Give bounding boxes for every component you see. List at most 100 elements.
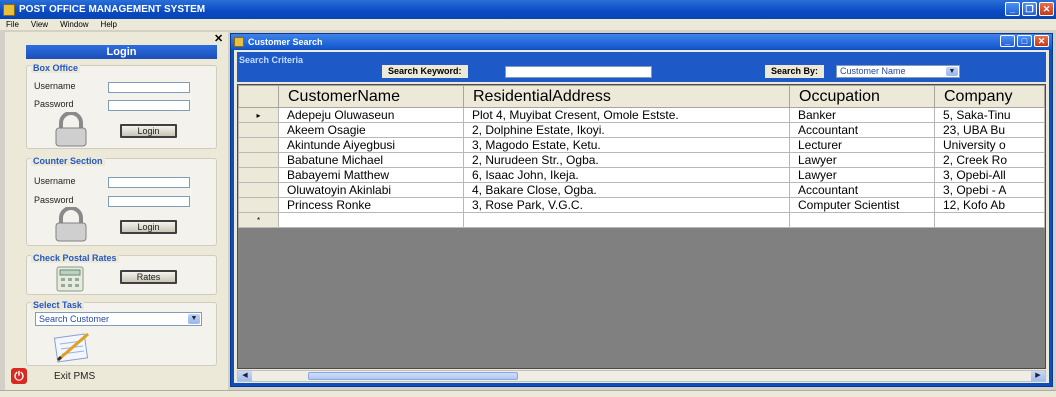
column-header-occupation[interactable]: Occupation: [789, 85, 935, 108]
app-title: POST OFFICE MANAGEMENT SYSTEM: [19, 4, 206, 15]
customer-search-title: Customer Search: [248, 36, 323, 47]
cell-customer-name[interactable]: Princess Ronke: [278, 197, 464, 213]
menu-bar: File View Window Help: [0, 19, 1056, 30]
close-button[interactable]: ✕: [1039, 2, 1054, 16]
cell-residential-address[interactable]: 4, Bakare Close, Ogba.: [463, 182, 790, 198]
cell-occupation[interactable]: Lawyer: [789, 167, 935, 183]
cell-residential-address[interactable]: 3, Magodo Estate, Ketu.: [463, 137, 790, 153]
cell-occupation[interactable]: [789, 212, 935, 228]
counter-password-label: Password: [34, 195, 74, 205]
menu-file[interactable]: File: [0, 20, 25, 29]
maximize-button[interactable]: ❐: [1022, 2, 1037, 16]
row-header[interactable]: [238, 152, 279, 168]
cell-residential-address[interactable]: 3, Rose Park, V.G.C.: [463, 197, 790, 213]
customer-grid[interactable]: CustomerName ResidentialAddress Occupati…: [237, 84, 1046, 369]
table-row[interactable]: Oluwatoyin Akinlabi 4, Bakare Close, Ogb…: [238, 182, 1045, 198]
scroll-left-button[interactable]: ◀: [238, 371, 252, 381]
customer-table: CustomerName ResidentialAddress Occupati…: [238, 85, 1045, 228]
cell-occupation[interactable]: Accountant: [789, 122, 935, 138]
horizontal-scrollbar[interactable]: ◀ ▶: [237, 370, 1046, 382]
cell-company[interactable]: [934, 212, 1045, 228]
cell-occupation[interactable]: Accountant: [789, 182, 935, 198]
cell-customer-name[interactable]: Akintunde Aiyegbusi: [278, 137, 464, 153]
cell-customer-name[interactable]: Akeem Osagie: [278, 122, 464, 138]
current-row-marker[interactable]: ▸: [238, 107, 279, 123]
child-minimize-button[interactable]: _: [1000, 35, 1015, 47]
app-titlebar: POST OFFICE MANAGEMENT SYSTEM _ ❐ ✕: [0, 0, 1056, 19]
cell-company[interactable]: 2, Creek Ro: [934, 152, 1045, 168]
cell-company[interactable]: 3, Opebi - A: [934, 182, 1045, 198]
select-task-dropdown[interactable]: Search Customer ▼: [35, 312, 202, 326]
power-icon[interactable]: ⏻: [11, 368, 27, 384]
child-close-button[interactable]: ✕: [1034, 35, 1049, 47]
cell-customer-name[interactable]: Oluwatoyin Akinlabi: [278, 182, 464, 198]
cell-customer-name[interactable]: [278, 212, 464, 228]
scroll-thumb[interactable]: [308, 372, 518, 380]
table-row[interactable]: Babayemi Matthew 6, Isaac John, Ikeja. L…: [238, 167, 1045, 183]
search-by-dropdown[interactable]: Customer Name ▼: [836, 65, 960, 78]
cell-customer-name[interactable]: Babatune Michael: [278, 152, 464, 168]
calculator-icon: [56, 266, 84, 292]
search-criteria-panel: Search Criteria Search Keyword: Search B…: [237, 52, 1046, 82]
select-task-title: Select Task: [31, 300, 84, 310]
scroll-right-button[interactable]: ▶: [1031, 371, 1045, 381]
cell-residential-address[interactable]: 2, Dolphine Estate, Ikoyi.: [463, 122, 790, 138]
box-office-login-button[interactable]: Login: [120, 124, 177, 138]
window-icon: [234, 36, 244, 47]
child-maximize-button[interactable]: □: [1017, 35, 1032, 47]
column-header-company[interactable]: Company: [934, 85, 1045, 108]
box-office-title: Box Office: [31, 63, 81, 73]
menu-help[interactable]: Help: [95, 20, 123, 29]
search-keyword-input[interactable]: [505, 66, 652, 78]
cell-residential-address[interactable]: 2, Nurudeen Str., Ogba.: [463, 152, 790, 168]
row-header[interactable]: [238, 137, 279, 153]
cell-customer-name[interactable]: Babayemi Matthew: [278, 167, 464, 183]
cell-customer-name[interactable]: Adepeju Oluwaseun: [278, 107, 464, 123]
login-header: Login: [26, 45, 217, 59]
cell-residential-address[interactable]: [463, 212, 790, 228]
row-header-corner: [238, 85, 279, 108]
counter-username-input[interactable]: [108, 177, 190, 188]
row-header[interactable]: [238, 167, 279, 183]
rates-button[interactable]: Rates: [120, 270, 177, 284]
row-header[interactable]: [238, 122, 279, 138]
exit-pms-label[interactable]: Exit PMS: [54, 371, 95, 382]
counter-login-button[interactable]: Login: [120, 220, 177, 234]
cell-residential-address[interactable]: 6, Isaac John, Ikeja.: [463, 167, 790, 183]
cell-company[interactable]: 5, Saka-Tinu: [934, 107, 1045, 123]
new-row[interactable]: *: [238, 212, 1045, 228]
table-row[interactable]: Akeem Osagie 2, Dolphine Estate, Ikoyi. …: [238, 122, 1045, 138]
minimize-button[interactable]: _: [1005, 2, 1020, 16]
box-office-username-input[interactable]: [108, 82, 190, 93]
box-office-password-input[interactable]: [108, 100, 190, 111]
app-icon: [3, 3, 15, 16]
table-row[interactable]: ▸ Adepeju Oluwaseun Plot 4, Muyibat Cres…: [238, 107, 1045, 123]
menu-window[interactable]: Window: [54, 20, 94, 29]
column-header-residential-address[interactable]: ResidentialAddress: [463, 85, 790, 108]
cell-company[interactable]: 12, Kofo Ab: [934, 197, 1045, 213]
status-bar: [0, 390, 1056, 397]
new-row-marker[interactable]: *: [238, 212, 279, 228]
box-office-username-label: Username: [34, 81, 76, 91]
search-criteria-title: Search Criteria: [239, 55, 304, 65]
cell-occupation[interactable]: Computer Scientist: [789, 197, 935, 213]
table-row[interactable]: Princess Ronke 3, Rose Park, V.G.C. Comp…: [238, 197, 1045, 213]
cell-company[interactable]: 23, UBA Bu: [934, 122, 1045, 138]
panel-close-icon[interactable]: ✕: [214, 32, 223, 45]
cell-company[interactable]: University o: [934, 137, 1045, 153]
row-header[interactable]: [238, 182, 279, 198]
cell-company[interactable]: 3, Opebi-All: [934, 167, 1045, 183]
column-header-customer-name[interactable]: CustomerName: [278, 85, 464, 108]
menu-view[interactable]: View: [25, 20, 54, 29]
table-row[interactable]: Akintunde Aiyegbusi 3, Magodo Estate, Ke…: [238, 137, 1045, 153]
counter-section-title: Counter Section: [31, 156, 105, 166]
chevron-down-icon[interactable]: ▼: [188, 314, 200, 324]
counter-password-input[interactable]: [108, 196, 190, 207]
table-row[interactable]: Babatune Michael 2, Nurudeen Str., Ogba.…: [238, 152, 1045, 168]
cell-occupation[interactable]: Lecturer: [789, 137, 935, 153]
cell-residential-address[interactable]: Plot 4, Muyibat Cresent, Omole Estste.: [463, 107, 790, 123]
row-header[interactable]: [238, 197, 279, 213]
cell-occupation[interactable]: Banker: [789, 107, 935, 123]
chevron-down-icon[interactable]: ▼: [946, 67, 958, 76]
cell-occupation[interactable]: Lawyer: [789, 152, 935, 168]
